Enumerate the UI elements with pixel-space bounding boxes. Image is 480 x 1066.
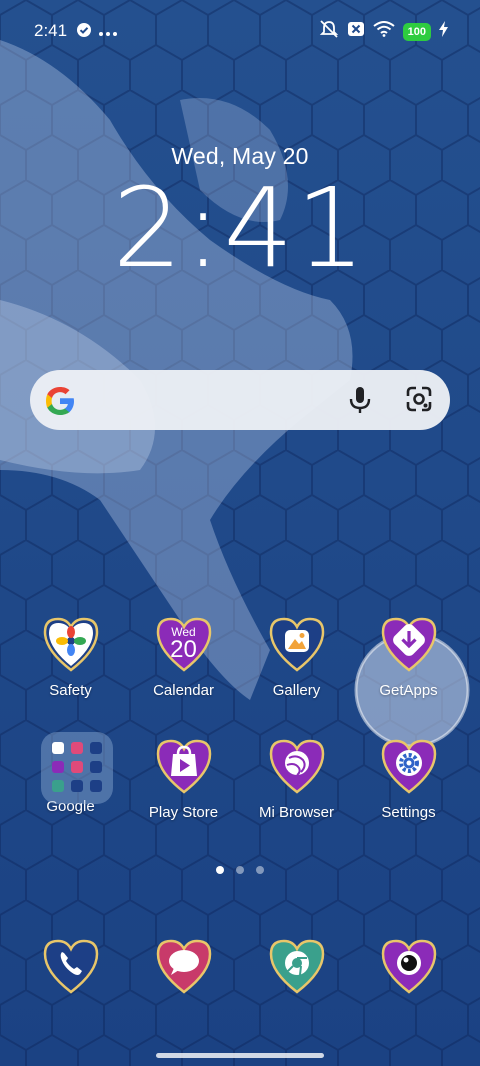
no-sim-icon bbox=[347, 21, 365, 42]
lock-clock[interactable]: 2:41 bbox=[0, 168, 480, 288]
calendar-date: 20 bbox=[170, 636, 197, 663]
page-indicator[interactable] bbox=[0, 866, 480, 874]
dock-chrome[interactable] bbox=[240, 938, 353, 998]
app-label: Calendar bbox=[153, 682, 214, 699]
phone-icon bbox=[41, 938, 101, 998]
app-gallery[interactable]: Gallery bbox=[240, 616, 353, 699]
calendar-icon: Wed 20 bbox=[154, 616, 214, 676]
app-label: Safety bbox=[49, 682, 92, 699]
charging-icon bbox=[439, 21, 448, 42]
app-mi-browser[interactable]: Mi Browser bbox=[240, 738, 353, 821]
play-store-icon bbox=[154, 738, 214, 798]
gallery-icon bbox=[267, 616, 327, 676]
app-safety[interactable]: Safety bbox=[14, 616, 127, 699]
folder-icon bbox=[40, 732, 113, 804]
messages-icon bbox=[154, 938, 214, 998]
status-time: 2:41 bbox=[34, 21, 68, 40]
chrome-icon bbox=[267, 938, 327, 998]
app-label: GetApps bbox=[379, 682, 438, 699]
app-label: Mi Browser bbox=[258, 804, 334, 821]
page-dot-1[interactable] bbox=[216, 866, 224, 874]
safety-icon bbox=[41, 616, 101, 676]
folder-google[interactable]: Google bbox=[14, 732, 127, 815]
status-bar: 2:41 100 bbox=[0, 0, 480, 60]
camera-icon bbox=[379, 938, 439, 998]
app-label: Settings bbox=[381, 804, 436, 821]
mic-icon[interactable] bbox=[348, 386, 372, 419]
dock-phone[interactable] bbox=[14, 938, 127, 998]
app-label: Gallery bbox=[272, 682, 321, 699]
dock-messages[interactable] bbox=[127, 938, 240, 998]
mi-browser-icon bbox=[267, 738, 327, 798]
dock-camera[interactable] bbox=[352, 938, 465, 998]
google-search-bar[interactable] bbox=[30, 370, 450, 430]
lens-icon[interactable] bbox=[404, 384, 434, 419]
verified-check-icon bbox=[76, 22, 92, 43]
mute-bell-icon bbox=[319, 20, 339, 43]
wifi-icon bbox=[373, 21, 395, 42]
getapps-icon bbox=[379, 616, 439, 676]
page-dot-3[interactable] bbox=[256, 866, 264, 874]
app-play-store[interactable]: Play Store bbox=[127, 738, 240, 821]
app-settings[interactable]: Settings bbox=[352, 738, 465, 821]
page-dot-2[interactable] bbox=[236, 866, 244, 874]
more-notifications-icon bbox=[98, 24, 118, 42]
home-gesture-bar[interactable] bbox=[156, 1053, 324, 1058]
app-label: Play Store bbox=[148, 804, 219, 821]
google-g-icon bbox=[42, 383, 78, 424]
app-getapps[interactable]: GetApps bbox=[352, 616, 465, 699]
battery-level: 100 bbox=[402, 22, 431, 41]
settings-icon bbox=[379, 738, 439, 798]
app-calendar[interactable]: Wed 20 Calendar bbox=[127, 616, 240, 699]
